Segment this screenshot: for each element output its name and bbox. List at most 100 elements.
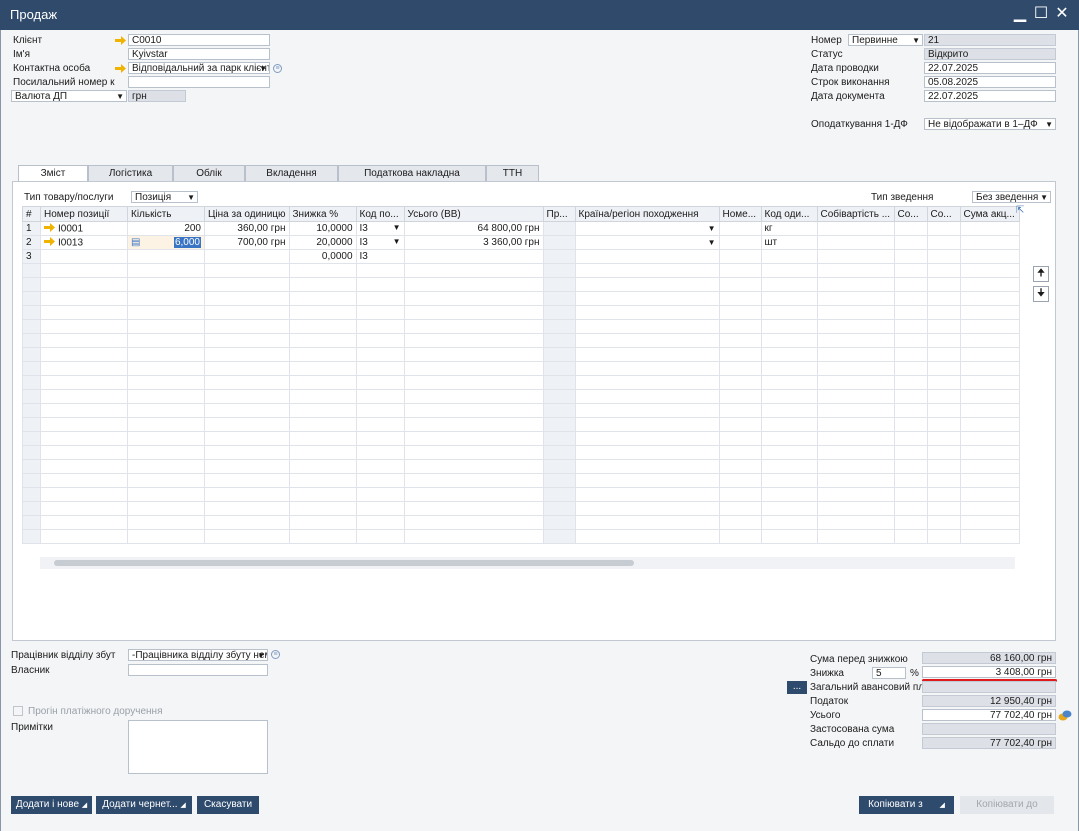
- col-header-excise[interactable]: Сума акц...: [959, 206, 1020, 222]
- link-arrow-icon[interactable]: [115, 36, 126, 45]
- cancel-button[interactable]: Скасувати: [197, 796, 259, 814]
- chevron-down-icon[interactable]: ▼: [1040, 192, 1048, 202]
- number-cell[interactable]: [718, 235, 762, 250]
- uom-cell[interactable]: кг: [760, 221, 818, 236]
- add-and-new-button[interactable]: Додати і нове ◢: [11, 796, 92, 814]
- chevron-down-icon[interactable]: ▼: [393, 237, 401, 246]
- discount-cell[interactable]: 20,0000: [288, 235, 357, 250]
- maximize-icon[interactable]: ☐: [1031, 4, 1051, 24]
- sales-employee-dropdown[interactable]: -Працівника відділу збуту нем ▼: [128, 649, 268, 661]
- chevron-down-icon[interactable]: ▼: [257, 650, 265, 660]
- summary-type-dropdown[interactable]: Без зведення ▼: [972, 191, 1051, 203]
- excise-cell[interactable]: [959, 235, 1020, 250]
- info-icon[interactable]: ≡: [273, 64, 282, 73]
- tax-code-cell[interactable]: I3 ▼: [355, 235, 405, 250]
- table-row[interactable]: 3 0,0000 I3: [22, 249, 1020, 264]
- scrollbar-thumb[interactable]: [54, 560, 634, 566]
- posting-date-field[interactable]: 22.07.2025: [924, 62, 1056, 74]
- col-header-num[interactable]: #: [22, 206, 41, 222]
- pr-cell[interactable]: [542, 235, 576, 250]
- price-cell[interactable]: 360,00 грн: [204, 221, 290, 236]
- tax-code-cell[interactable]: I3 ▼: [355, 221, 405, 236]
- client-field[interactable]: C0010: [128, 34, 270, 46]
- col-header-country[interactable]: Країна/регіон походження: [574, 206, 720, 222]
- minimize-icon[interactable]: ▁: [1010, 4, 1030, 24]
- number-cell[interactable]: [718, 249, 762, 264]
- total-cell[interactable]: 3 360,00 грн: [403, 235, 544, 250]
- move-up-button[interactable]: 🠉: [1033, 266, 1049, 282]
- co2-cell[interactable]: [926, 235, 961, 250]
- excise-cell[interactable]: [959, 249, 1020, 264]
- coins-icon[interactable]: [1058, 708, 1072, 722]
- number-cell[interactable]: [718, 221, 762, 236]
- cost-cell[interactable]: [816, 235, 895, 250]
- due-date-field[interactable]: 05.08.2025: [924, 76, 1056, 88]
- tab-waybill[interactable]: ТТН: [486, 165, 539, 181]
- name-field[interactable]: Kyivstar: [128, 48, 270, 60]
- col-header-discount[interactable]: Знижка %: [288, 206, 357, 222]
- col-header-uom[interactable]: Код оди...: [760, 206, 818, 222]
- payment-run-checkbox[interactable]: [13, 706, 23, 716]
- chevron-down-icon[interactable]: ▼: [708, 238, 716, 247]
- discount-cell[interactable]: 0,0000: [288, 249, 357, 264]
- contact-dropdown[interactable]: Відповідальний за парк клієнт ▼: [128, 62, 270, 74]
- co1-cell[interactable]: [893, 235, 928, 250]
- series-dropdown[interactable]: Первинне ▼: [848, 34, 923, 46]
- country-cell[interactable]: ▼: [574, 235, 720, 250]
- country-cell[interactable]: [574, 249, 720, 264]
- col-header-cost[interactable]: Собівартість ...: [816, 206, 895, 222]
- pr-cell[interactable]: [542, 221, 576, 236]
- excise-cell[interactable]: [959, 221, 1020, 236]
- remarks-textarea[interactable]: [128, 720, 268, 774]
- tab-attachments[interactable]: Вкладення: [245, 165, 338, 181]
- tab-tax-invoice[interactable]: Податкова накладна: [338, 165, 486, 181]
- price-cell[interactable]: [204, 249, 290, 264]
- more-button[interactable]: ...: [787, 681, 807, 694]
- close-icon[interactable]: ✕: [1052, 4, 1072, 24]
- chevron-down-icon[interactable]: ▼: [708, 224, 716, 233]
- move-down-button[interactable]: 🠋: [1033, 286, 1049, 302]
- copy-from-button[interactable]: Копіювати з ◢: [859, 796, 954, 814]
- horizontal-scrollbar[interactable]: [40, 557, 1015, 569]
- col-header-qty[interactable]: Кількість: [127, 206, 205, 222]
- total-cell[interactable]: [403, 249, 544, 264]
- link-arrow-icon[interactable]: [44, 236, 55, 249]
- discount-amount-field[interactable]: 3 408,00 грн: [922, 666, 1056, 678]
- col-header-tax-code[interactable]: Код по...: [355, 206, 405, 222]
- currency-select[interactable]: Валюта ДП ▼: [11, 90, 127, 102]
- uom-cell[interactable]: шт: [760, 235, 818, 250]
- calculator-icon[interactable]: ▤: [131, 237, 140, 248]
- owner-field[interactable]: [128, 664, 268, 676]
- chevron-down-icon[interactable]: ▼: [1045, 119, 1053, 129]
- col-header-pr[interactable]: Пр...: [542, 206, 576, 222]
- co2-cell[interactable]: [926, 221, 961, 236]
- qty-cell[interactable]: 200: [127, 221, 205, 236]
- refnum-field[interactable]: [128, 76, 270, 88]
- tax-code-cell[interactable]: I3: [355, 249, 405, 264]
- item-cell[interactable]: [40, 249, 128, 264]
- item-cell[interactable]: I0013: [40, 235, 128, 250]
- co2-cell[interactable]: [926, 249, 961, 264]
- country-cell[interactable]: ▼: [574, 221, 720, 236]
- col-header-total[interactable]: Усього (ВВ): [403, 206, 544, 222]
- qty-cell[interactable]: [127, 249, 205, 264]
- tax-1df-dropdown[interactable]: Не відображати в 1–ДФ ▼: [924, 118, 1056, 130]
- price-cell[interactable]: 700,00 грн: [204, 235, 290, 250]
- chevron-down-icon[interactable]: ▼: [393, 223, 401, 232]
- discount-cell[interactable]: 10,0000: [288, 221, 357, 236]
- table-row[interactable]: 2 I0013 ▤ 6,000 700,00 грн 20,0000 I3 ▼ 3 …: [22, 235, 1020, 250]
- item-type-dropdown[interactable]: Позиція ▼: [131, 191, 198, 203]
- col-header-price[interactable]: Ціна за одиницю: [204, 206, 290, 222]
- col-header-item[interactable]: Номер позиції: [40, 206, 128, 222]
- pr-cell[interactable]: [542, 249, 576, 264]
- total-cell[interactable]: 64 800,00 грн: [403, 221, 544, 236]
- item-cell[interactable]: I0001: [40, 221, 128, 236]
- tab-accounting[interactable]: Облік: [173, 165, 245, 181]
- uom-cell[interactable]: [760, 249, 818, 264]
- link-arrow-icon[interactable]: [115, 64, 126, 73]
- col-header-co1[interactable]: Со...: [893, 206, 928, 222]
- tab-contents[interactable]: Зміст: [18, 165, 88, 182]
- add-draft-button[interactable]: Додати чернет... ◢: [96, 796, 192, 814]
- co1-cell[interactable]: [893, 249, 928, 264]
- qty-cell[interactable]: ▤ 6,000: [127, 235, 205, 250]
